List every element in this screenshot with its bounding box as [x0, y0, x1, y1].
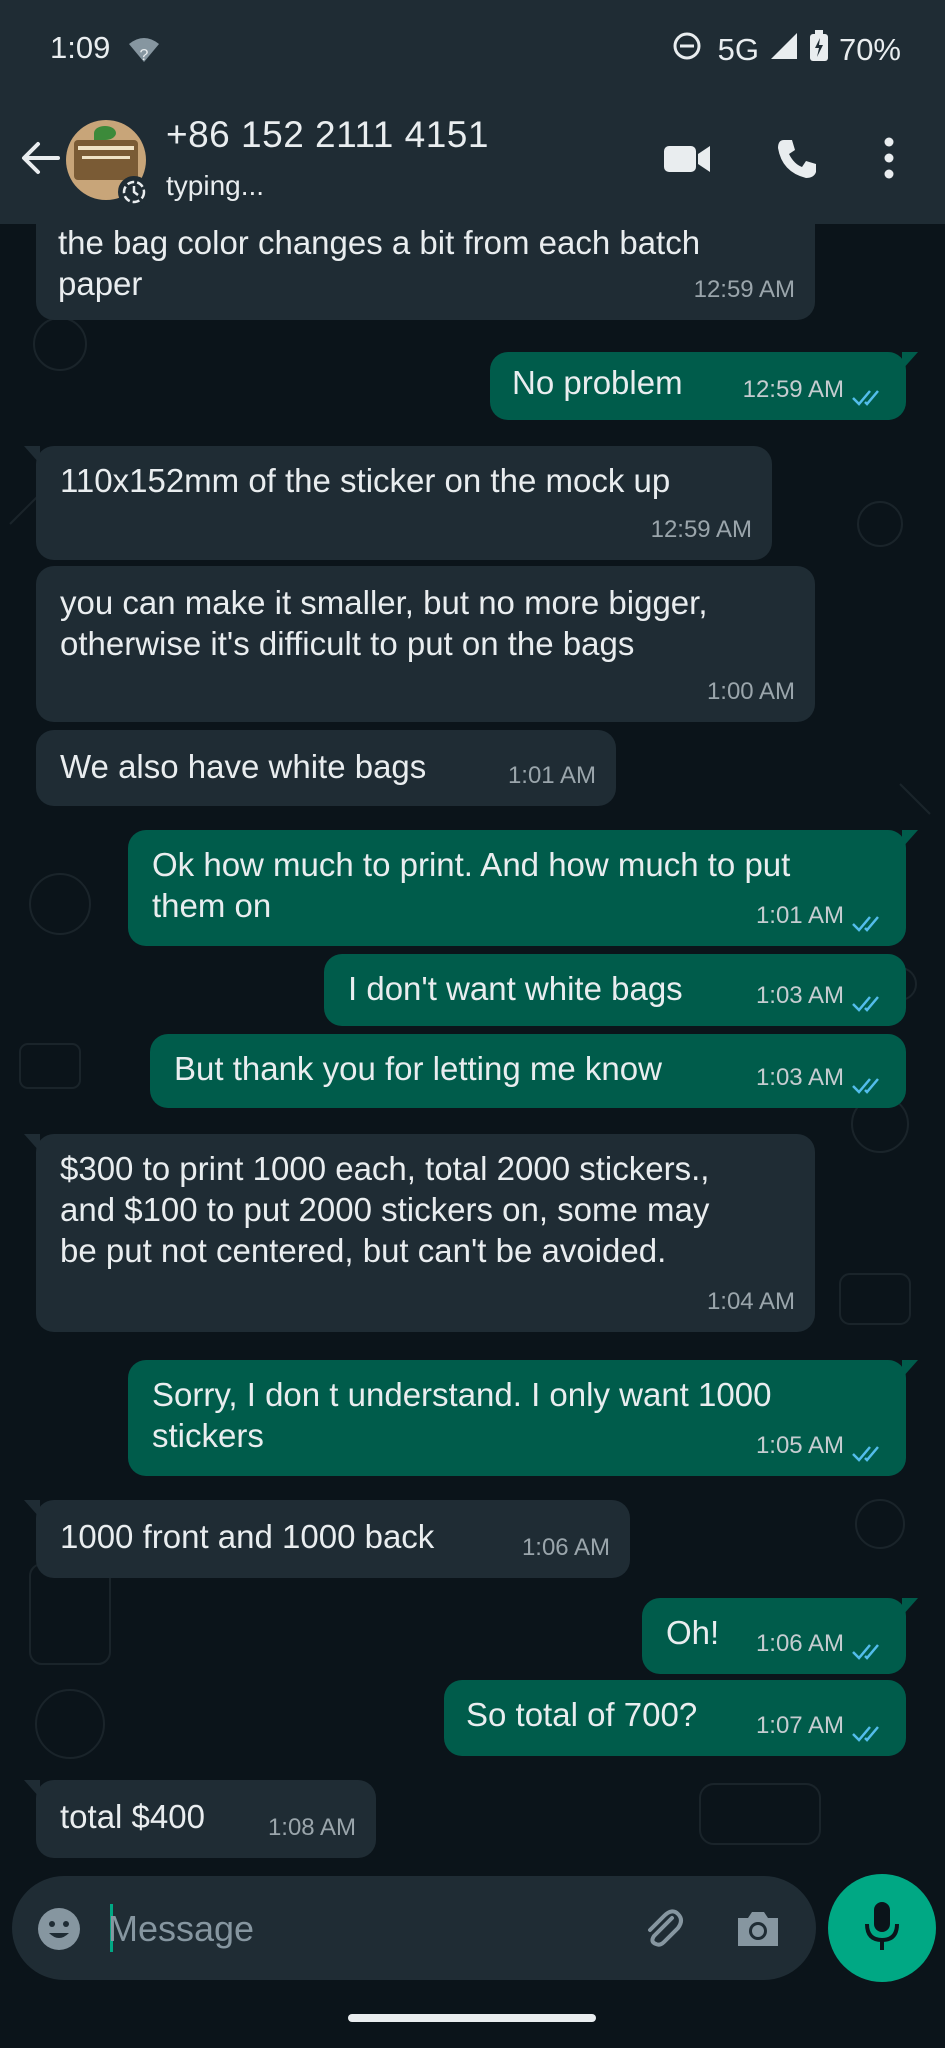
- microphone-icon: [864, 1900, 900, 1959]
- status-ring-icon: [118, 176, 150, 208]
- message-time: 1:01 AM: [507, 762, 596, 789]
- emoji-icon[interactable]: [36, 1906, 82, 1957]
- message-bubble-outgoing[interactable]: No problem 12:59 AM: [490, 352, 918, 420]
- message-bubble-incoming[interactable]: total $400 1:08 AM: [24, 1780, 376, 1858]
- message-bubble-incoming[interactable]: $300 to print 1000 each, total 2000 stic…: [24, 1134, 815, 1332]
- navigation-bar: [0, 1984, 945, 2048]
- message-time: 1:07 AM: [755, 1712, 844, 1739]
- message-time: 1:04 AM: [706, 1288, 795, 1315]
- home-gesture-bar[interactable]: [348, 2014, 596, 2022]
- read-receipt-icon: [852, 1068, 886, 1094]
- message-time: 1:00 AM: [706, 678, 795, 705]
- signal-icon: [769, 31, 799, 69]
- message-bubble-outgoing[interactable]: So total of 700? 1:07 AM: [444, 1680, 906, 1756]
- status-right: 5G 70%: [672, 30, 901, 70]
- message-text: the bag color changes a bit from each ba…: [58, 224, 701, 302]
- message-time: 1:03 AM: [755, 982, 844, 1009]
- more-options-icon[interactable]: [882, 136, 896, 185]
- message-time: 1:05 AM: [755, 1432, 844, 1459]
- camera-icon[interactable]: [734, 1906, 782, 1955]
- back-arrow-icon[interactable]: [18, 136, 62, 185]
- message-input[interactable]: Message: [108, 1908, 254, 1950]
- read-receipt-icon: [852, 986, 886, 1012]
- phone-call-icon[interactable]: [774, 136, 820, 187]
- message-composer: Message: [12, 1876, 816, 1980]
- read-receipt-icon: [852, 1436, 886, 1462]
- message-time: 12:59 AM: [650, 516, 752, 543]
- message-bubble-incoming[interactable]: We also have white bags 1:01 AM: [36, 730, 616, 806]
- message-bubble-outgoing[interactable]: I don't want white bags 1:03 AM: [324, 954, 906, 1026]
- contact-name[interactable]: +86 152 2111 4151: [166, 114, 489, 156]
- message-bubble-outgoing[interactable]: Ok how much to print. And how much to pu…: [128, 830, 918, 946]
- message-text: 110x152mm of the sticker on the mock up: [60, 462, 671, 499]
- message-bubble-incoming[interactable]: 1000 front and 1000 back 1:06 AM: [24, 1500, 630, 1578]
- read-receipt-icon: [852, 1634, 886, 1660]
- chat-header: +86 152 2111 4151 typing...: [0, 96, 945, 224]
- status-time: 1:09: [50, 30, 111, 65]
- message-time: 1:06 AM: [521, 1534, 610, 1561]
- voice-message-button[interactable]: [828, 1874, 936, 1982]
- message-time: 12:59 AM: [742, 376, 844, 403]
- message-bubble-outgoing[interactable]: But thank you for letting me know 1:03 A…: [150, 1034, 906, 1108]
- read-receipt-icon: [852, 1716, 886, 1742]
- read-receipt-icon: [852, 906, 886, 932]
- wifi-badge: ?: [140, 47, 149, 64]
- message-time: 1:03 AM: [755, 1064, 844, 1091]
- message-bubble-outgoing[interactable]: Oh! 1:06 AM: [642, 1598, 918, 1674]
- network-label: 5G: [717, 32, 759, 67]
- attach-icon[interactable]: [638, 1904, 688, 1959]
- message-text: you can make it smaller, but no more big…: [60, 584, 708, 662]
- message-time: 1:01 AM: [755, 902, 844, 929]
- message-bubble-incoming[interactable]: 110x152mm of the sticker on the mock up …: [24, 446, 772, 560]
- status-bar: 1:09 ? 5G 70%: [0, 0, 945, 96]
- wifi-icon: ?: [127, 36, 161, 72]
- video-call-icon[interactable]: [662, 136, 712, 185]
- message-bubble-incoming[interactable]: you can make it smaller, but no more big…: [36, 566, 815, 722]
- battery-label: 70%: [838, 32, 901, 67]
- read-receipt-icon: [852, 380, 886, 406]
- dnd-icon: [672, 31, 702, 69]
- contact-status: typing...: [166, 170, 265, 201]
- message-time: 1:06 AM: [755, 1630, 844, 1657]
- message-time: 12:59 AM: [693, 276, 795, 303]
- message-bubble-outgoing[interactable]: Sorry, I don t understand. I only want 1…: [128, 1360, 918, 1476]
- message-bubble-incoming[interactable]: the bag color changes a bit from each ba…: [36, 218, 815, 320]
- battery-icon: [809, 30, 829, 70]
- message-text: $300 to print 1000 each, total 2000 stic…: [60, 1150, 710, 1269]
- message-time: 1:08 AM: [267, 1814, 356, 1841]
